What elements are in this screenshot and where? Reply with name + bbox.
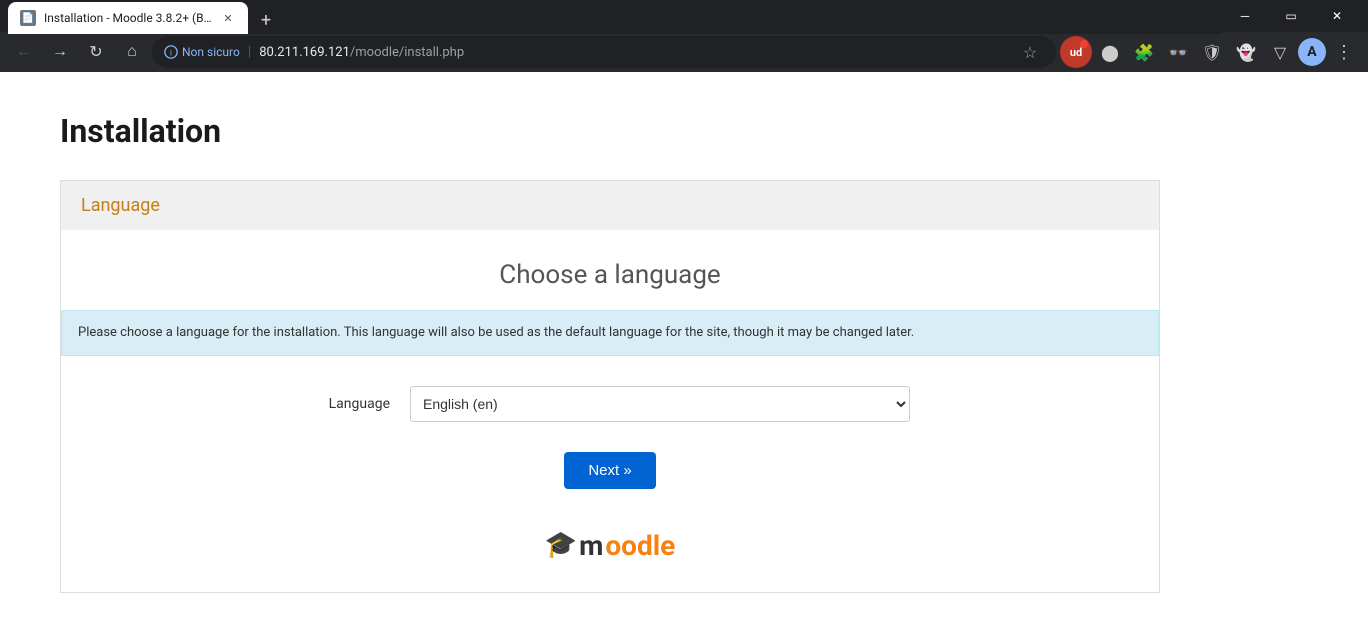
window-controls: ─ ▭ ✕ (1222, 0, 1360, 32)
language-form-row: Language English (en)Afrikaans (af)Alban… (61, 386, 1159, 422)
choose-language-heading: Choose a language (61, 260, 1159, 290)
svg-text:i: i (170, 49, 172, 58)
extension-funnel-icon[interactable]: ▽ (1264, 36, 1296, 68)
browser-tab[interactable]: 📄 Installation - Moodle 3.8.2+ (Bui ✕ (8, 2, 248, 34)
tab-title: Installation - Moodle 3.8.2+ (Bui (44, 11, 212, 25)
reload-button[interactable]: ↻ (80, 36, 112, 68)
maximize-button[interactable]: ▭ (1268, 0, 1314, 32)
url-domain: 80.211.169.121 (259, 45, 350, 60)
extension-ud-icon[interactable]: ud (1060, 36, 1092, 68)
more-options-button[interactable]: ⋮ (1328, 36, 1360, 68)
security-indicator: i Non sicuro (164, 45, 240, 59)
address-bar[interactable]: i Non sicuro | 80.211.169.121/moodle/ins… (152, 36, 1056, 68)
page-content: Installation Language Choose a language … (0, 72, 1368, 633)
info-box: Please choose a language for the install… (61, 310, 1159, 356)
extension-badge (1080, 40, 1088, 48)
language-label: Language (310, 396, 390, 412)
minimize-button[interactable]: ─ (1222, 0, 1268, 32)
browser-chrome: 📄 Installation - Moodle 3.8.2+ (Bui ✕ + … (0, 0, 1368, 72)
url-divider: | (248, 44, 251, 60)
extension-glasses-icon[interactable]: 👓 (1162, 36, 1194, 68)
info-text: Please choose a language for the install… (78, 325, 914, 340)
moodle-hat-icon: 🎓 (545, 530, 577, 560)
close-button[interactable]: ✕ (1314, 0, 1360, 32)
extension-puzzle-icon[interactable]: 🧩 (1128, 36, 1160, 68)
forward-button[interactable]: → (44, 36, 76, 68)
language-select[interactable]: English (en)Afrikaans (af)Albanian (sq)A… (410, 386, 910, 422)
url-path: /moodle/install.php (350, 45, 464, 60)
page-title: Installation (60, 112, 1308, 150)
tab-close-button[interactable]: ✕ (220, 10, 236, 26)
tab-favicon: 📄 (20, 10, 36, 26)
title-bar: 📄 Installation - Moodle 3.8.2+ (Bui ✕ + … (0, 0, 1368, 32)
home-button[interactable]: ⌂ (116, 36, 148, 68)
bookmark-button[interactable]: ☆ (1016, 38, 1044, 66)
info-icon: i (164, 45, 178, 59)
next-button[interactable]: Next » (564, 452, 655, 489)
new-tab-button[interactable]: + (252, 6, 280, 34)
moodle-oodle-text: oodle (605, 529, 675, 562)
security-label: Non sicuro (182, 45, 240, 59)
extension-circle-icon[interactable]: ⬤ (1094, 36, 1126, 68)
url-display: 80.211.169.121/moodle/install.php (259, 45, 464, 60)
extension-shield-icon[interactable]: 🛡 (1196, 36, 1228, 68)
section-header-title: Language (81, 195, 160, 216)
extension-ghost-icon[interactable]: 👻 (1230, 36, 1262, 68)
back-button[interactable]: ← (8, 36, 40, 68)
toolbar-icons: ud ⬤ 🧩 👓 🛡 👻 ▽ A ⋮ (1060, 36, 1360, 68)
moodle-m-letter: m (579, 529, 603, 562)
profile-button[interactable]: A (1298, 38, 1326, 66)
section-header: Language (61, 181, 1159, 230)
button-row: Next » (61, 452, 1159, 489)
section-body: Choose a language Please choose a langua… (61, 230, 1159, 592)
address-actions: ☆ (1016, 38, 1044, 66)
navigation-bar: ← → ↻ ⌂ i Non sicuro | 80.211.169.121/mo… (0, 32, 1368, 72)
moodle-logo: 🎓moodle (61, 529, 1159, 562)
